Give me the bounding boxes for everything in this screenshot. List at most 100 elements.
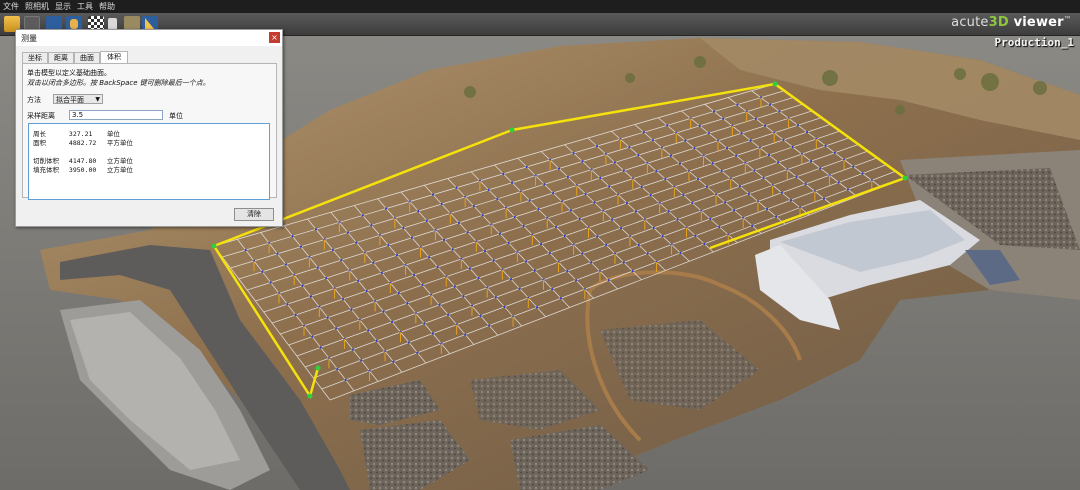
grid-sample-point (528, 199, 531, 202)
grid-sample-point (492, 259, 495, 262)
grid-sample-point (669, 154, 672, 157)
grid-sample-point (367, 329, 370, 332)
brand-prefix: acute (951, 15, 989, 30)
grid-sample-point (791, 145, 794, 149)
dialog-titlebar[interactable]: 测量 × (16, 30, 282, 46)
grid-sample-point (782, 138, 785, 142)
grid-sample-point (442, 238, 446, 241)
grid-sample-point (735, 154, 738, 157)
grid-sample-point (488, 324, 491, 327)
grid-sample-point (596, 235, 599, 238)
grid-sample-point (608, 185, 611, 188)
grid-sample-point (524, 260, 528, 263)
method-select[interactable]: 拟合平面 ▼ (53, 94, 103, 104)
grid-sample-point (498, 232, 502, 235)
method-value: 拟合平面 (56, 96, 84, 104)
grid-sample-point (796, 124, 799, 127)
grid-sample-point (380, 271, 383, 274)
grid-sample-point (809, 160, 813, 163)
tab-surface[interactable]: 曲面 (74, 52, 100, 63)
menu-camera[interactable]: 照相机 (22, 0, 52, 13)
grid-sample-point (711, 162, 714, 165)
menu-tools[interactable]: 工具 (74, 0, 96, 13)
area-unit: 平方单位 (106, 139, 133, 147)
menu-display[interactable]: 显示 (52, 0, 74, 13)
grid-sample-point (392, 360, 395, 363)
grid-sample-point (402, 226, 405, 230)
grid-sample-point (487, 188, 490, 191)
tab-distance[interactable]: 距离 (48, 52, 74, 63)
grid-sample-point (416, 351, 419, 354)
grid-sample-point (566, 175, 569, 179)
menu-help[interactable]: 帮助 (96, 0, 118, 13)
grid-sample-point (502, 172, 505, 175)
sampling-distance-input[interactable]: 3.5 (69, 110, 163, 120)
grid-sample-point (431, 193, 435, 196)
grid-sample-point (477, 277, 480, 280)
grid-sample-point (684, 139, 687, 142)
grid-sample-point (507, 241, 510, 245)
grid-sample-point (837, 181, 840, 184)
clear-button[interactable]: 清除 (234, 208, 274, 221)
viewport-title: Production_1 (994, 36, 1074, 49)
grid-sample-point (355, 241, 358, 244)
grid-sample-point (319, 346, 322, 349)
brand-number: 3D (988, 15, 1009, 30)
grid-sample-point (789, 199, 793, 202)
grid-sample-point (360, 359, 363, 362)
grid-sample-point (513, 215, 516, 219)
grid-sample-point (375, 339, 378, 342)
grid-sample-point (566, 270, 569, 273)
fill-volume-label: 填充体积 (33, 166, 59, 174)
grid-sample-point (407, 341, 411, 344)
grid-sample-point (554, 225, 558, 229)
grid-sample-point (754, 117, 757, 120)
menu-file[interactable]: 文件 (0, 0, 22, 13)
grid-sample-point (551, 287, 554, 291)
grid-sample-point (655, 169, 658, 173)
grid-sample-point (357, 279, 360, 282)
grid-sample-point (578, 217, 581, 221)
grid-sample-point (762, 176, 765, 179)
grid-sample-point (334, 327, 338, 330)
grid-sample-point (372, 261, 375, 264)
grid-sample-point (457, 221, 461, 224)
tab-coordinates[interactable]: 坐标 (22, 52, 48, 63)
grid-sample-point (510, 181, 514, 184)
grid-sample-point (581, 252, 584, 255)
grid-sample-point (316, 266, 319, 269)
grid-sample-point (325, 276, 328, 280)
grid-sample-point (693, 147, 696, 150)
grid-sample-point (599, 176, 602, 180)
measurement-dialog: 测量 × 坐标 距离 曲面 体积 单击模型以定义基础曲面。 双击以闭合多边形。按… (15, 29, 283, 227)
grid-sample-point (753, 169, 756, 172)
grid-sample-point (539, 242, 543, 246)
grid-sample-point (314, 228, 318, 231)
grid-sample-point (284, 263, 287, 266)
grid-sample-point (533, 269, 536, 272)
method-label: 方法 (27, 96, 41, 104)
grid-sample-point (722, 117, 725, 120)
grid-sample-point (472, 205, 475, 208)
app-logo: acute3D viewer™ (951, 15, 1072, 30)
grid-sample-point (509, 278, 513, 281)
close-icon[interactable]: × (269, 32, 280, 43)
area-label: 面积 (33, 139, 46, 147)
grid-sample-point (494, 296, 497, 299)
grid-sample-point (611, 218, 614, 221)
grid-sample-point (390, 320, 394, 323)
grid-sample-point (724, 201, 727, 204)
grid-sample-point (548, 251, 551, 255)
results-box[interactable]: 周长 327.21 单位 面积 4882.72 平方单位 切削体积 4147.8… (28, 123, 270, 200)
grid-sample-point (421, 283, 424, 287)
grid-sample-point (387, 244, 390, 247)
grid-sample-point (276, 252, 279, 255)
grid-sample-point (311, 335, 314, 338)
grid-sample-point (481, 214, 484, 217)
instruction-line-2: 双击以闭合多边形。按 BackSpace 键可删除最后一个点。 (27, 79, 210, 87)
grid-sample-point (468, 267, 472, 270)
tab-volume[interactable]: 体积 (100, 51, 128, 63)
grid-sample-point (698, 124, 701, 127)
grid-sample-point (552, 191, 555, 195)
grid-sample-point (370, 224, 373, 227)
